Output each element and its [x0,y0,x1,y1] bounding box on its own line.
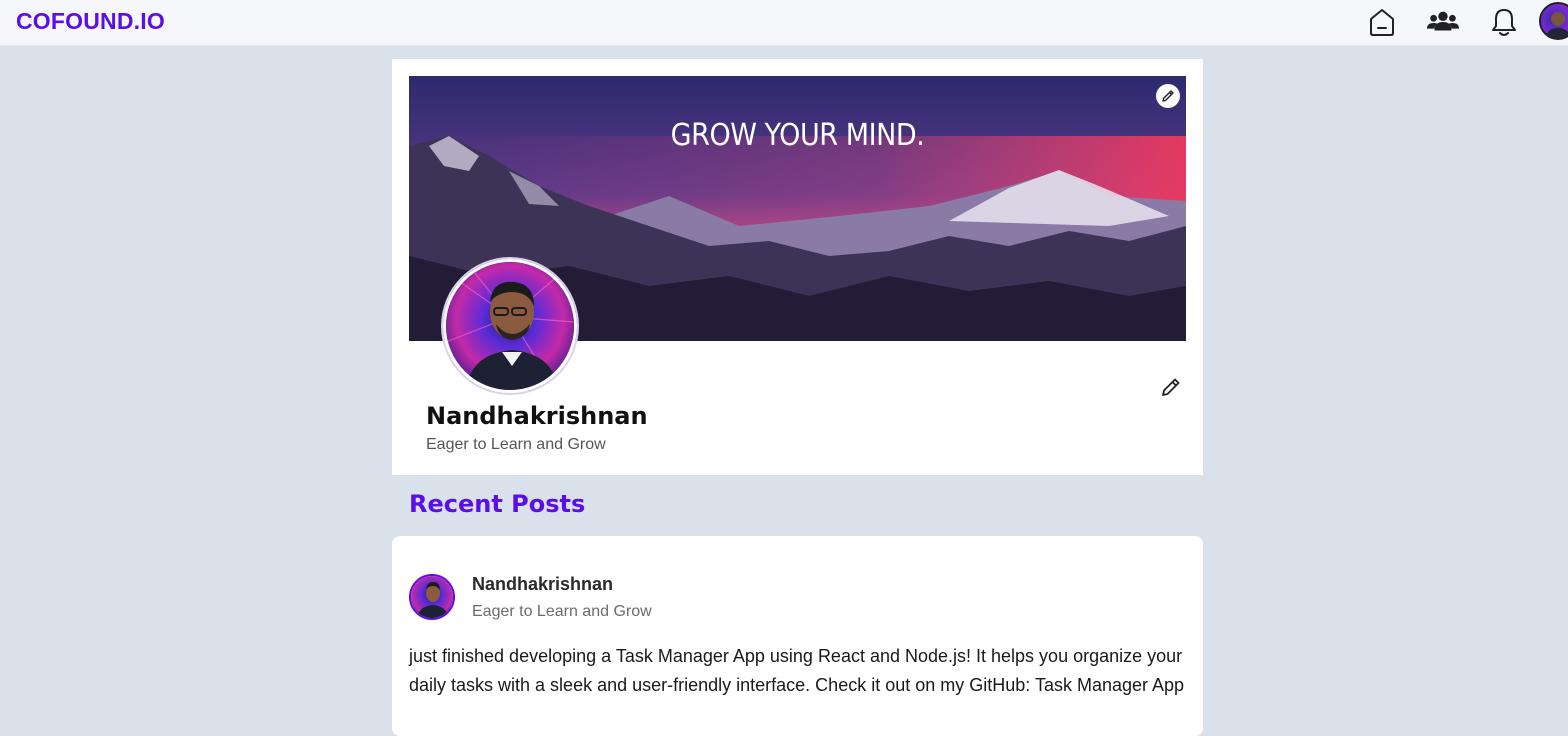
home-icon[interactable] [1366,6,1398,38]
pencil-icon [1162,90,1174,102]
pencil-icon [1162,378,1180,396]
post-card: Nandhakrishnan Eager to Learn and Grow j… [392,536,1203,736]
post-author-tagline: Eager to Learn and Grow [472,603,652,620]
post-author-avatar[interactable] [409,574,455,620]
bell-icon[interactable] [1488,6,1520,38]
profile-tagline: Eager to Learn and Grow [426,436,606,453]
recent-posts-heading: Recent Posts [409,490,586,518]
profile-avatar[interactable] [443,259,577,393]
users-icon[interactable] [1427,6,1459,38]
profile-card: GROW YOUR MIND. Nandhakrishnan Eager to … [392,59,1203,475]
edit-profile-button[interactable] [1158,374,1184,400]
profile-name: Nandhakrishnan [426,402,648,430]
nav-user-avatar[interactable] [1539,2,1568,40]
edit-cover-button[interactable] [1156,84,1180,108]
top-navbar: COFOUND.IO [0,0,1568,46]
post-author-name[interactable]: Nandhakrishnan [472,574,613,595]
post-text: just finished developing a Task Manager … [409,646,1185,695]
cover-title: GROW YOUR MIND. [670,118,925,153]
brand-logo[interactable]: COFOUND.IO [16,8,165,35]
